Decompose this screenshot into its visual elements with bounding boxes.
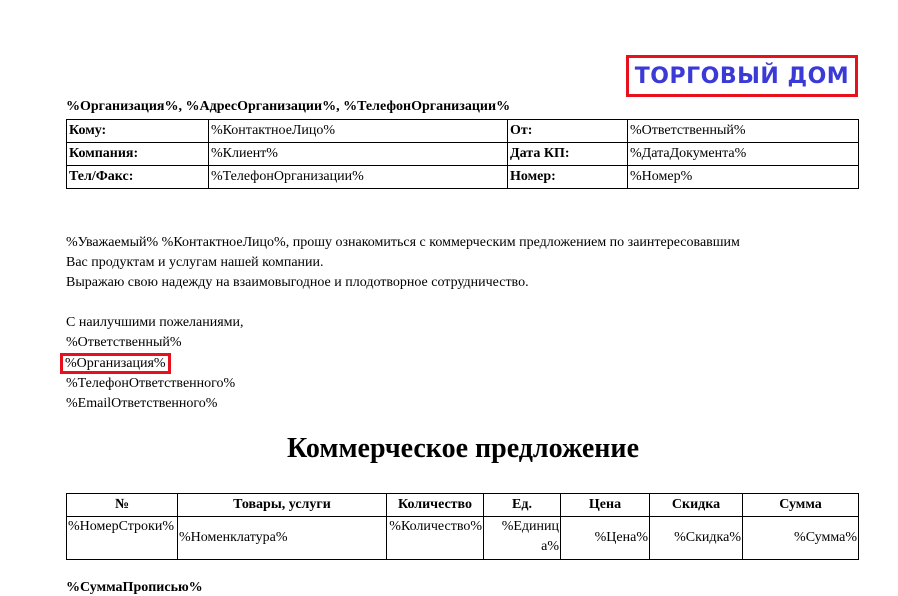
highlighted-organization: %Организация% [60, 353, 171, 374]
cell-price: %Цена% [560, 516, 650, 560]
column-header-goods: Товары, услуги [177, 493, 387, 517]
table-row: Тел/Факс: %ТелефонОрганизации% Номер: %Н… [66, 165, 859, 189]
letter-line: Выражаю свою надежду на взаимовыгодное и… [66, 275, 529, 290]
document-title: Коммерческое предложение [287, 433, 639, 464]
value-org-phone: %ТелефонОрганизации% [208, 165, 508, 189]
recipient-info-table: Кому: %КонтактноеЛицо% От: %Ответственны… [66, 119, 859, 189]
value-number: %Номер% [627, 165, 859, 189]
letter-phone: %ТелефонОтветственного% [66, 376, 236, 391]
label-from: От: [507, 119, 628, 143]
goods-table: № Товары, услуги Количество Ед. Цена Ски… [66, 493, 859, 560]
value-client: %Клиент% [208, 142, 508, 166]
sum-in-words-line: %СуммаПрописью% [66, 580, 203, 595]
cell-nomenclature: %Номенклатура% [177, 516, 387, 560]
cell-discount: %Скидка% [649, 516, 743, 560]
company-logo-text: ТОРГОВЫЙ ДОМ [634, 63, 850, 89]
column-header-discount: Скидка [649, 493, 743, 517]
label-number: Номер: [507, 165, 628, 189]
table-row: Компания: %Клиент% Дата КП: %ДатаДокумен… [66, 142, 859, 166]
label-company: Компания: [66, 142, 209, 166]
column-header-sum: Сумма [742, 493, 859, 517]
letter-responsible: %Ответственный% [66, 335, 182, 350]
organization-header-line: %Организация%, %АдресОрганизации%, %Теле… [66, 99, 511, 114]
logo-frame: ТОРГОВЫЙ ДОМ [626, 55, 858, 97]
table-header-row: № Товары, услуги Количество Ед. Цена Ски… [66, 493, 859, 517]
cell-quantity: %Количество% [386, 516, 484, 560]
column-header-number: № [66, 493, 178, 517]
cell-line-number: %НомерСтроки% [66, 516, 178, 560]
letter-body: %Уважаемый% %КонтактноеЛицо%, прошу озна… [60, 233, 866, 414]
letter-closing: С наилучшими пожеланиями, [66, 315, 244, 330]
label-to: Кому: [66, 119, 209, 143]
value-document-date: %ДатаДокумента% [627, 142, 859, 166]
cell-sum: %Сумма% [742, 516, 859, 560]
cell-unit: %Единица% [483, 516, 561, 560]
label-date: Дата КП: [507, 142, 628, 166]
letter-line: Вас продуктам и услугам нашей компании. [66, 255, 324, 270]
column-header-unit: Ед. [483, 493, 561, 517]
column-header-quantity: Количество [386, 493, 484, 517]
table-row: Кому: %КонтактноеЛицо% От: %Ответственны… [66, 119, 859, 143]
value-contact-person: %КонтактноеЛицо% [208, 119, 508, 143]
table-row: %НомерСтроки% %Номенклатура% %Количество… [66, 516, 859, 560]
value-responsible: %Ответственный% [627, 119, 859, 143]
label-phone-fax: Тел/Факс: [66, 165, 209, 189]
column-header-price: Цена [560, 493, 650, 517]
letter-line: %Уважаемый% %КонтактноеЛицо%, прошу озна… [66, 235, 740, 250]
letter-email: %EmailОтветственного% [66, 396, 218, 411]
